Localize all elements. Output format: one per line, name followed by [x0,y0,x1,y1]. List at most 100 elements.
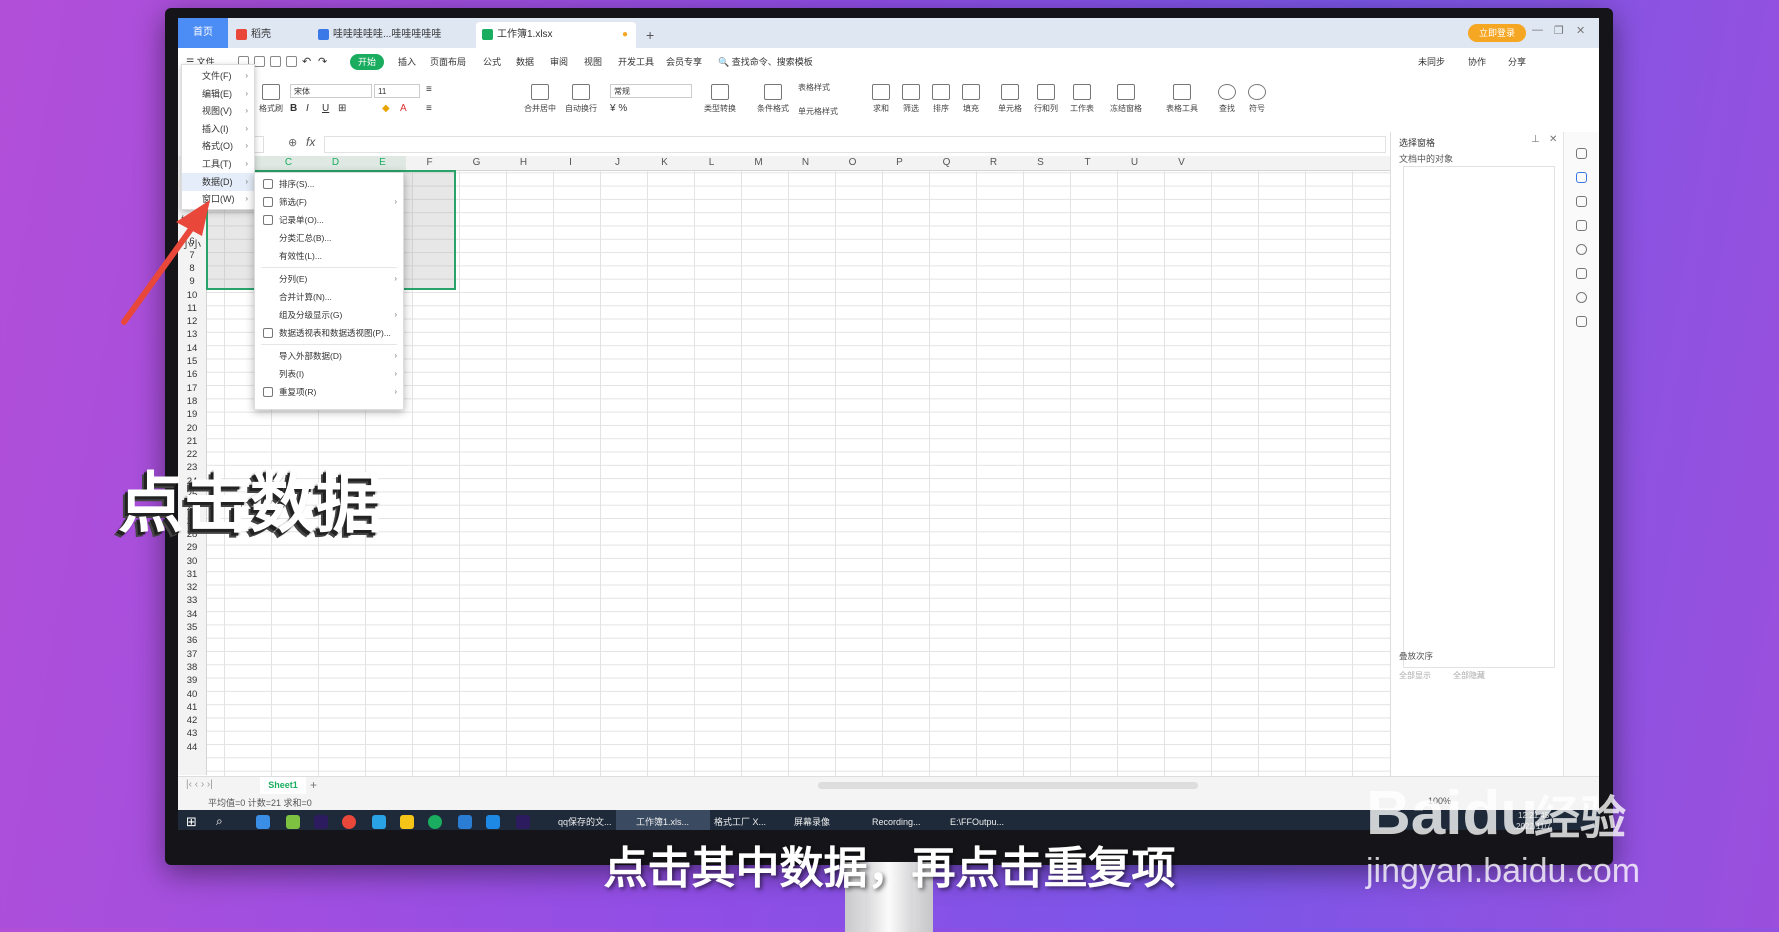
photos-icon[interactable] [256,815,270,829]
worksheet-button[interactable]: 工作表 [1066,84,1098,114]
column-header[interactable]: C [265,156,312,170]
style-icon[interactable] [1576,148,1587,159]
select-cursor-icon[interactable] [1576,172,1587,183]
table-tools-button[interactable]: 表格工具 [1162,84,1202,114]
underline-icon[interactable]: U [322,103,329,114]
font-size-select[interactable]: 11 [374,84,420,98]
command-search[interactable]: 🔍 查找命令、搜索模板 [718,48,813,76]
data-menu-item[interactable]: 列表(I) › [255,365,403,383]
tab-data[interactable]: 数据 [516,48,534,76]
column-header[interactable]: V [1158,156,1205,170]
zoom-formula-icon[interactable]: ⊕ [288,136,297,149]
row-header[interactable]: 44 [178,741,206,754]
filter-button[interactable]: 筛选 [898,84,924,114]
sum-button[interactable]: 求和 [868,84,894,114]
login-button[interactable]: 立即登录 [1468,24,1526,42]
pin-icon[interactable]: ⊥ [1531,134,1540,145]
column-header[interactable]: O [829,156,876,170]
column-header[interactable]: N [782,156,829,170]
data-menu-item[interactable]: 重复项(R) › [255,383,403,401]
row-header[interactable]: 18 [178,395,206,408]
data-menu-item[interactable]: 导入外部数据(D) › [255,347,403,365]
freeze-panes-button[interactable]: 冻结窗格 [1106,84,1146,114]
tab-layout[interactable]: 页面布局 [430,48,466,76]
column-header[interactable]: E [359,156,406,170]
column-header[interactable]: G [453,156,500,170]
data-menu-item[interactable]: 分列(E) › [255,270,403,288]
restore-icon[interactable]: ❐ [1554,24,1564,37]
row-header[interactable]: 11 [178,302,206,315]
book-icon[interactable] [1576,316,1587,327]
column-header[interactable]: S [1017,156,1064,170]
row-header[interactable]: 39 [178,674,206,687]
tab-docer[interactable]: 稻壳 [230,22,308,48]
collab-button[interactable]: 协作 [1468,48,1486,76]
pane-close-icon[interactable]: ✕ [1549,134,1557,145]
menu-item[interactable]: 视图(V) › [182,102,254,120]
minimize-icon[interactable]: — [1532,24,1543,36]
cell-button[interactable]: 单元格 [994,84,1026,114]
column-header[interactable]: F [406,156,453,170]
border-icon[interactable]: ⊞ [338,103,346,114]
find-button[interactable]: 查找 [1214,84,1240,114]
help-icon[interactable] [1576,244,1587,255]
row-header[interactable]: 37 [178,648,206,661]
app-icon[interactable] [286,815,300,829]
preview-icon[interactable] [286,56,297,67]
format-painter-button[interactable]: 格式刷 [256,84,286,114]
cell-style-button[interactable]: 单元格样式 [798,106,860,117]
fill-button[interactable]: 填充 [958,84,984,114]
column-header[interactable]: T [1064,156,1111,170]
font-color-icon[interactable]: A [400,103,407,114]
data-menu-item[interactable]: 分类汇总(B)... [255,229,403,247]
merge-center-button[interactable]: 合并居中 [522,84,558,114]
sort-button[interactable]: 排序 [928,84,954,114]
column-header[interactable]: Q [923,156,970,170]
bold-icon[interactable]: B [290,103,297,114]
column-header[interactable]: U [1111,156,1158,170]
row-header[interactable]: 10 [178,289,206,302]
backup-icon[interactable] [1576,220,1587,231]
chrome-icon[interactable] [342,815,356,829]
row-header[interactable]: 15 [178,355,206,368]
number-format-select[interactable]: 常规 [610,84,692,98]
column-header[interactable]: P [876,156,923,170]
tab-insert[interactable]: 插入 [398,48,416,76]
print-icon[interactable] [270,56,281,67]
redo-icon[interactable]: ↷ [318,48,327,76]
menu-item[interactable]: 格式(O) › [182,137,254,155]
tab-home[interactable]: 首页 [178,18,228,48]
row-header[interactable]: 17 [178,382,206,395]
fill-color-icon[interactable]: ◆ [382,103,390,114]
row-header[interactable]: 42 [178,714,206,727]
property-icon[interactable] [1576,196,1587,207]
wechat-icon[interactable] [428,815,442,829]
tab-formula[interactable]: 公式 [483,48,501,76]
qq-browser-icon[interactable] [372,815,386,829]
sheet-nav-icon[interactable]: |‹ ‹ › ›| [186,779,213,790]
align-top-icon[interactable]: ≡ [426,84,432,95]
hide-all-button[interactable]: 全部隐藏 [1453,670,1485,681]
row-header[interactable]: 9 [178,275,206,288]
row-header[interactable]: 40 [178,688,206,701]
row-header[interactable]: 41 [178,701,206,714]
column-header[interactable]: I [547,156,594,170]
row-col-button[interactable]: 行和列 [1030,84,1062,114]
data-menu-item[interactable]: 合并计算(N)... [255,288,403,306]
data-menu-item[interactable]: 组及分级显示(G) › [255,306,403,324]
italic-icon[interactable]: I [306,103,309,114]
premiere2-icon[interactable] [516,815,530,829]
row-header[interactable]: 33 [178,594,206,607]
new-tab-button[interactable]: + [640,22,660,48]
export-icon[interactable] [254,56,265,67]
tab-doc[interactable]: 哇哇哇哇哇...哇哇哇哇哇 [312,22,472,48]
column-header[interactable]: K [641,156,688,170]
location-icon[interactable] [1576,292,1587,303]
menu-item[interactable]: 数据(D) › [182,172,254,191]
image-icon[interactable] [1576,268,1587,279]
row-header[interactable]: 31 [178,568,206,581]
windows-start-icon[interactable]: ⊞ [186,814,197,830]
task-folder[interactable]: E:\FFOutpu... [930,810,1028,830]
row-header[interactable]: 14 [178,342,206,355]
edge-icon[interactable] [458,815,472,829]
